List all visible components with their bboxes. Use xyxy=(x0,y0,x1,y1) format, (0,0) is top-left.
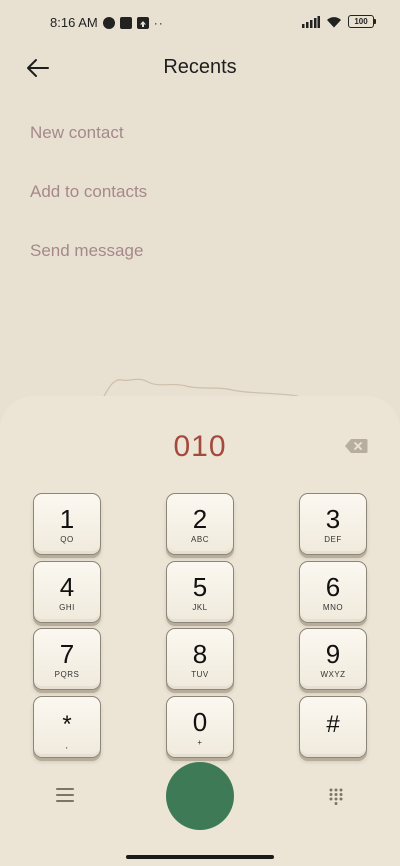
key-star[interactable]: * , xyxy=(33,696,101,758)
app-header: Recents xyxy=(0,50,400,86)
home-indicator[interactable] xyxy=(126,855,274,859)
key-digit: 2 xyxy=(192,504,208,534)
key-digit: 1 xyxy=(59,504,75,534)
send-message-item[interactable]: Send message xyxy=(30,238,147,297)
key-letters: WXYZ xyxy=(320,670,346,679)
key-letters: GHI xyxy=(59,603,75,612)
dialpad-icon[interactable] xyxy=(328,787,344,805)
key-letters: DEF xyxy=(324,535,342,544)
key-digit: 8 xyxy=(192,639,208,669)
voicemail-icon: QO xyxy=(60,535,74,544)
action-menu: New contact Add to contacts Send message xyxy=(30,120,147,297)
battery-icon: 100 xyxy=(348,15,376,28)
key-6[interactable]: 6 MNO xyxy=(299,561,367,623)
key-1[interactable]: 1 QO xyxy=(33,493,101,555)
menu-line xyxy=(56,794,74,796)
key-letters: MNO xyxy=(322,603,344,612)
wifi-icon xyxy=(327,16,341,27)
page-title: Recents xyxy=(163,56,237,78)
key-digit: 5 xyxy=(192,572,208,602)
battery-level: 100 xyxy=(354,17,368,26)
key-digit: * xyxy=(62,711,72,738)
key-letters: , xyxy=(65,741,69,750)
key-digit: 6 xyxy=(325,572,341,602)
key-digit: 0 xyxy=(192,707,208,737)
key-digit: 4 xyxy=(59,572,75,602)
menu-line xyxy=(56,800,74,802)
key-4[interactable]: 4 GHI xyxy=(33,561,101,623)
status-right: 100 xyxy=(302,15,376,28)
key-letters: JKL xyxy=(192,603,208,612)
upload-icon xyxy=(136,16,149,29)
key-letters: + xyxy=(197,738,203,747)
key-letters: TUV xyxy=(191,670,209,679)
key-0[interactable]: 0 + xyxy=(166,696,234,758)
key-7[interactable]: 7 PQRS xyxy=(33,628,101,690)
call-button[interactable] xyxy=(166,762,234,830)
more-icon: ·· xyxy=(153,15,164,30)
notification-icon xyxy=(102,16,115,29)
key-letters: PQRS xyxy=(54,670,80,679)
key-2[interactable]: 2 ABC xyxy=(166,493,234,555)
key-3[interactable]: 3 DEF xyxy=(299,493,367,555)
dialed-number: 010 xyxy=(173,430,227,463)
key-8[interactable]: 8 TUV xyxy=(166,628,234,690)
key-letters: ABC xyxy=(191,535,209,544)
key-digit: 9 xyxy=(325,639,341,669)
status-bar: 8:16 AM ·· 100 xyxy=(0,12,400,32)
key-5[interactable]: 5 JKL xyxy=(166,561,234,623)
key-digit: 7 xyxy=(59,639,75,669)
signal-icon xyxy=(302,15,320,28)
menu-icon[interactable] xyxy=(56,788,74,804)
add-to-contacts-item[interactable]: Add to contacts xyxy=(30,179,147,238)
key-digit: # xyxy=(326,711,340,738)
status-time: 8:16 AM xyxy=(50,15,98,30)
key-9[interactable]: 9 WXYZ xyxy=(299,628,367,690)
app-icon xyxy=(119,16,132,29)
backspace-icon[interactable] xyxy=(344,438,368,454)
key-hash[interactable]: # xyxy=(299,696,367,758)
new-contact-item[interactable]: New contact xyxy=(30,120,147,179)
status-left: 8:16 AM ·· xyxy=(50,15,164,30)
menu-line xyxy=(56,788,74,790)
key-digit: 3 xyxy=(325,504,341,534)
